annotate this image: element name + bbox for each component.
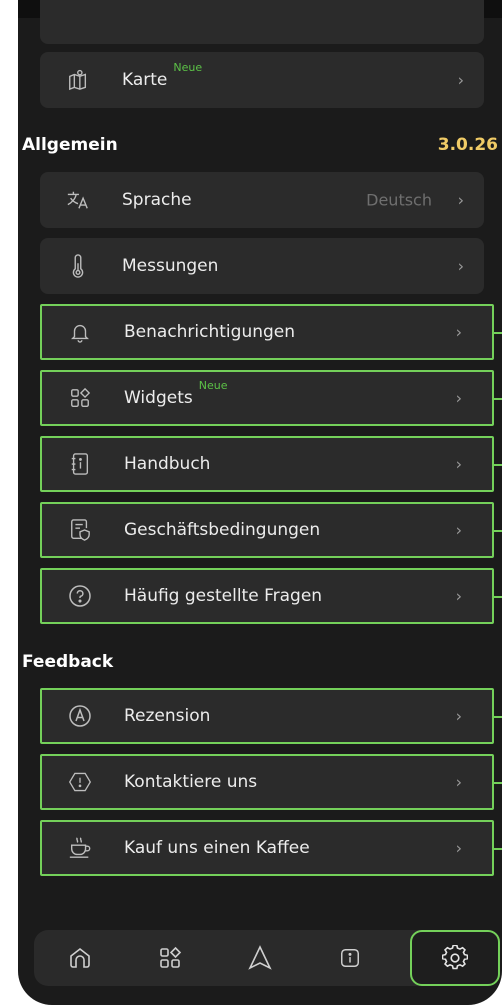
chevron-right-icon: › [455, 838, 462, 858]
settings-item-label: Sprache [122, 190, 192, 210]
settings-item-widgets[interactable]: Widgets Neue › [40, 370, 502, 426]
settings-item-geschaeftsbedingungen[interactable]: Geschäftsbedingungen › [40, 502, 502, 558]
map-pin-icon [66, 68, 90, 92]
settings-item-label: Handbuch [124, 454, 211, 474]
annotation-connector [494, 530, 502, 532]
navigation-icon [247, 945, 273, 971]
coffee-icon [68, 836, 92, 860]
settings-item-label: Karte Neue [122, 61, 203, 90]
thermometer-icon [66, 254, 90, 278]
settings-item-karte[interactable]: Karte Neue › [40, 52, 484, 108]
bottom-tab-bar [34, 930, 500, 986]
settings-icon [442, 945, 468, 971]
tab-home[interactable] [52, 930, 108, 986]
chevron-right-icon: › [455, 454, 462, 474]
settings-item-label: Kauf uns einen Kaffee [124, 838, 310, 858]
annotation-connector [494, 716, 502, 718]
settings-item-label: Kontaktiere uns [124, 772, 258, 792]
translate-icon [66, 188, 90, 212]
settings-item-label: Benachrichtigungen [124, 322, 296, 342]
home-icon [68, 946, 92, 970]
settings-item-label: Widgets Neue [124, 379, 228, 408]
chevron-right-icon: › [455, 520, 462, 540]
info-icon [339, 947, 361, 969]
chevron-right-icon: › [457, 190, 464, 210]
settings-screen: Karte Neue › Allgemein 3.0.26 Sprache De… [18, 0, 502, 1005]
annotation-connector [494, 464, 502, 466]
selected-language: Deutsch [366, 190, 432, 210]
tab-info[interactable] [322, 930, 378, 986]
settings-item-label: Messungen [122, 256, 219, 276]
section-header-feedback: Feedback [22, 652, 114, 672]
chevron-right-icon: › [455, 388, 462, 408]
settings-item-messungen[interactable]: Messungen › [40, 238, 484, 294]
settings-item-sprache[interactable]: Sprache Deutsch › [40, 172, 484, 228]
terms-icon [68, 518, 92, 542]
settings-item-handbuch[interactable]: Handbuch › [40, 436, 502, 492]
widgets-icon [68, 386, 92, 410]
settings-item-label: Häufig gestellte Fragen [124, 586, 323, 606]
chevron-right-icon: › [455, 322, 462, 342]
settings-item-kontakt[interactable]: Kontaktiere uns › [40, 754, 502, 810]
chevron-right-icon: › [457, 256, 464, 276]
settings-item-label: Geschäftsbedingungen [124, 520, 321, 540]
settings-item-rezension[interactable]: Rezension › [40, 688, 502, 744]
annotation-connector [494, 596, 502, 598]
new-badge: Neue [198, 379, 228, 392]
settings-item-faq[interactable]: Häufig gestellte Fragen › [40, 568, 502, 624]
question-icon [68, 584, 92, 608]
bell-icon [68, 320, 92, 344]
annotation-connector [494, 782, 502, 784]
settings-item-benachrichtigungen[interactable]: Benachrichtigungen › [40, 304, 502, 360]
settings-item-kaffee[interactable]: Kauf uns einen Kaffee › [40, 820, 502, 876]
settings-item-label: Rezension [124, 706, 211, 726]
chevron-right-icon: › [455, 706, 462, 726]
tab-navigation[interactable] [232, 930, 288, 986]
tab-widgets[interactable] [142, 930, 198, 986]
settings-item-partial[interactable] [40, 0, 484, 44]
chevron-right-icon: › [457, 70, 464, 90]
section-header-general: Allgemein 3.0.26 [22, 135, 498, 155]
alert-hexagon-icon [68, 770, 92, 794]
annotation-connector [494, 398, 502, 400]
manual-icon [68, 452, 92, 476]
new-badge: Neue [173, 61, 203, 74]
annotation-connector [494, 332, 502, 334]
chevron-right-icon: › [455, 586, 462, 606]
tab-settings[interactable] [410, 930, 500, 986]
review-icon [68, 704, 92, 728]
annotation-connector [494, 848, 502, 850]
chevron-right-icon: › [455, 772, 462, 792]
app-version: 3.0.26 [437, 135, 498, 155]
widgets-icon [158, 946, 182, 970]
